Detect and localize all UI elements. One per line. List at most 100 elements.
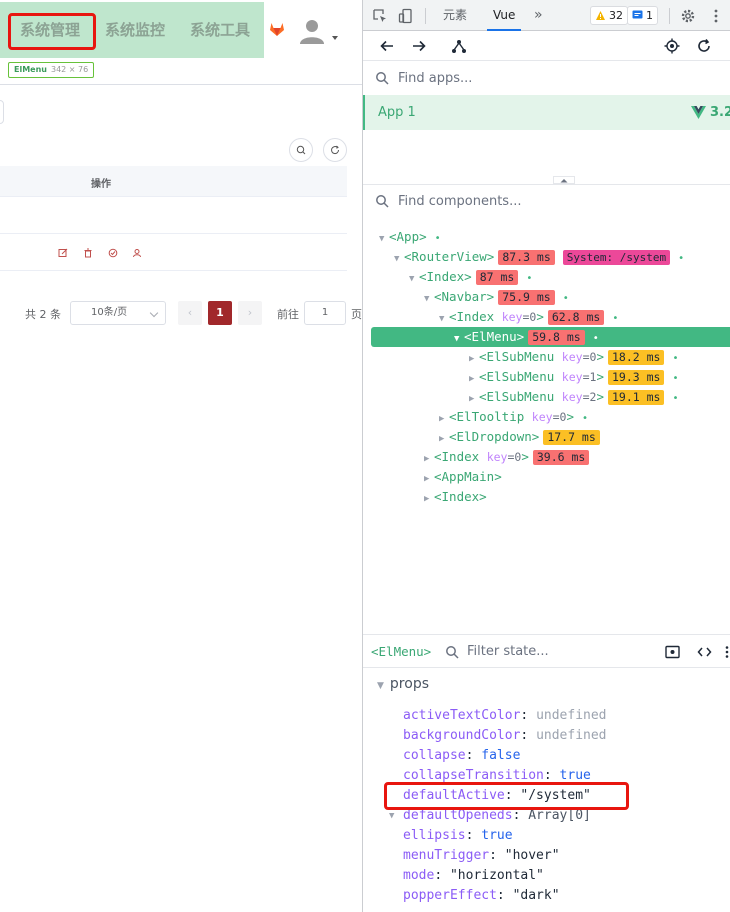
inspector-chip-size: 342 × 76 bbox=[50, 65, 89, 74]
gitlab-icon[interactable] bbox=[269, 21, 285, 37]
messages-badge[interactable]: 1 bbox=[627, 6, 658, 25]
page-jump-input[interactable]: 1 bbox=[304, 301, 346, 325]
tab-vue[interactable]: Vue bbox=[487, 0, 522, 31]
tree-node-eldropdown[interactable]: ▶ <ElDropdown> 17.7 ms bbox=[363, 427, 730, 447]
messages-count: 1 bbox=[646, 9, 653, 22]
tab-elements[interactable]: 元素 bbox=[437, 0, 473, 31]
kebab-menu-icon[interactable] bbox=[708, 8, 724, 24]
user-avatar-icon[interactable] bbox=[297, 16, 327, 46]
arrow-left-icon[interactable] bbox=[379, 38, 395, 54]
menu-item-system-tools[interactable]: 系统工具 bbox=[190, 2, 250, 58]
inspect-element-icon[interactable] bbox=[372, 8, 388, 24]
prop-row[interactable]: collapse: false bbox=[403, 746, 520, 766]
render-time-badge: 18.2 ms bbox=[607, 350, 665, 365]
next-page-button[interactable]: › bbox=[238, 301, 262, 325]
check-circle-icon[interactable] bbox=[108, 248, 118, 258]
prop-row[interactable]: menuTrigger: "hover" bbox=[403, 846, 560, 866]
tree-node-index-key0-second[interactable]: ▶ <Index key=0> 39.6 ms bbox=[363, 447, 730, 467]
prop-value: "horizontal" bbox=[449, 868, 544, 883]
prop-key: popperEffect bbox=[403, 888, 497, 903]
page-size-select[interactable]: 10条/页 bbox=[70, 301, 166, 325]
tree-node-key-value: =2 bbox=[582, 390, 597, 404]
highlight-box-active-menu bbox=[8, 13, 96, 50]
refresh-button[interactable] bbox=[323, 138, 347, 162]
menu-item-system-monitor[interactable]: 系统监控 bbox=[105, 2, 165, 58]
tree-node-elsubmenu-2[interactable]: ▶ <ElSubMenu key=2> 19.1 ms • bbox=[363, 387, 730, 407]
tree-node-key-value: =0 bbox=[552, 410, 567, 424]
collapsed-arrow-icon: ▶ bbox=[439, 434, 445, 444]
app-preview-pane: 系统管理 系统监控 系统工具 ElMenu 342 × 76 操作 共 2 条 1… bbox=[0, 0, 362, 912]
caret-down-icon[interactable] bbox=[332, 36, 338, 40]
expanded-arrow-icon: ▼ bbox=[439, 314, 445, 324]
tree-node-appmain[interactable]: ▶ <AppMain> bbox=[363, 467, 730, 487]
tree-node-navbar[interactable]: ▼ <Navbar> 75.9 ms • bbox=[363, 287, 730, 307]
filter-state-input[interactable]: Filter state... bbox=[467, 644, 549, 659]
render-time-badge: 62.8 ms bbox=[547, 310, 605, 325]
scroll-to-component-icon[interactable] bbox=[665, 645, 680, 659]
collapsed-arrow-icon: ▶ bbox=[469, 394, 475, 404]
search-icon bbox=[446, 646, 459, 659]
find-components-search[interactable]: Find components... bbox=[363, 185, 730, 217]
prop-key: defaultOpeneds bbox=[403, 808, 513, 823]
render-time-badge: 39.6 ms bbox=[532, 450, 590, 465]
page-number-current[interactable]: 1 bbox=[208, 301, 232, 325]
tree-node-elmenu-selected[interactable]: ▼ <ElMenu> 59.8 ms • bbox=[371, 327, 730, 347]
tree-node-key: key bbox=[501, 310, 523, 324]
more-tabs-button[interactable]: » bbox=[528, 0, 549, 31]
tree-node-tag-close: > bbox=[596, 349, 604, 364]
tree-node-tag-close: > bbox=[596, 369, 604, 384]
tree-node-key: key bbox=[561, 370, 583, 384]
props-section-header[interactable]: ▼ props bbox=[377, 676, 429, 692]
prop-row[interactable]: popperEffect: "dark" bbox=[403, 886, 560, 906]
prop-row[interactable]: backgroundColor: undefined bbox=[403, 726, 607, 746]
tree-node-app[interactable]: ▼ <App> • bbox=[363, 227, 730, 247]
search-button[interactable] bbox=[289, 138, 313, 162]
search-icon bbox=[296, 145, 306, 155]
tree-node-index-key0[interactable]: ▼ <Index key=0> 62.8 ms • bbox=[363, 307, 730, 327]
search-input-edge[interactable] bbox=[0, 100, 4, 124]
warnings-count: 32 bbox=[609, 9, 623, 22]
expanded-arrow-icon: ▼ bbox=[454, 334, 460, 344]
refresh-icon[interactable] bbox=[696, 38, 712, 54]
tree-node-tag: <Index> bbox=[419, 269, 472, 284]
tree-node-tag: <RouterView> bbox=[404, 249, 495, 264]
prop-row[interactable]: ellipsis: true bbox=[403, 826, 513, 846]
tree-node-index[interactable]: ▼ <Index> 87 ms • bbox=[363, 267, 730, 287]
prop-row[interactable]: mode: "horizontal" bbox=[403, 866, 544, 886]
prop-key: mode bbox=[403, 868, 435, 883]
warnings-badge[interactable]: 32 bbox=[590, 6, 628, 25]
prop-key: backgroundColor bbox=[403, 728, 521, 743]
pane-resize-handle[interactable] bbox=[553, 176, 575, 184]
prop-value: false bbox=[481, 748, 521, 763]
app-list-item[interactable]: App 1 3.2. bbox=[363, 95, 730, 130]
tree-node-routerview[interactable]: ▼ <RouterView> 87.3 ms System: /system • bbox=[363, 247, 730, 267]
find-apps-search[interactable]: Find apps... bbox=[363, 62, 730, 94]
user-icon[interactable] bbox=[132, 248, 142, 258]
gear-icon[interactable] bbox=[680, 8, 696, 24]
device-toggle-icon[interactable] bbox=[398, 8, 414, 24]
code-brackets-icon[interactable] bbox=[697, 645, 712, 659]
arrow-right-icon[interactable] bbox=[411, 38, 427, 54]
prev-page-button[interactable]: ‹ bbox=[178, 301, 202, 325]
edit-icon[interactable] bbox=[58, 248, 68, 258]
prop-row[interactable]: activeTextColor: undefined bbox=[403, 706, 607, 726]
kebab-menu-icon[interactable] bbox=[724, 645, 730, 659]
tree-node-key-value: =0 bbox=[582, 350, 597, 364]
prop-key: collapse bbox=[403, 748, 466, 763]
prop-key: collapseTransition bbox=[403, 768, 544, 783]
collapsed-arrow-icon: ▶ bbox=[439, 414, 445, 424]
tree-node-elsubmenu-0[interactable]: ▶ <ElSubMenu key=0> 18.2 ms • bbox=[363, 347, 730, 367]
tree-node-eltooltip[interactable]: ▶ <ElTooltip key=0> • bbox=[363, 407, 730, 427]
highlight-box-default-active bbox=[384, 782, 629, 810]
prop-key: ellipsis bbox=[403, 828, 466, 843]
prop-value: true bbox=[481, 828, 513, 843]
delete-icon[interactable] bbox=[83, 248, 93, 258]
select-component-target-icon[interactable] bbox=[664, 38, 680, 54]
pagination-goto-label: 前往 bbox=[277, 308, 299, 321]
prop-key: activeTextColor bbox=[403, 708, 521, 723]
expanded-arrow-icon: ▼ bbox=[377, 681, 384, 691]
tree-node-index-last[interactable]: ▶ <Index> bbox=[363, 487, 730, 507]
component-tree-icon[interactable] bbox=[451, 38, 467, 54]
tree-node-elsubmenu-1[interactable]: ▶ <ElSubMenu key=1> 19.3 ms • bbox=[363, 367, 730, 387]
tree-node-key: key bbox=[561, 390, 583, 404]
